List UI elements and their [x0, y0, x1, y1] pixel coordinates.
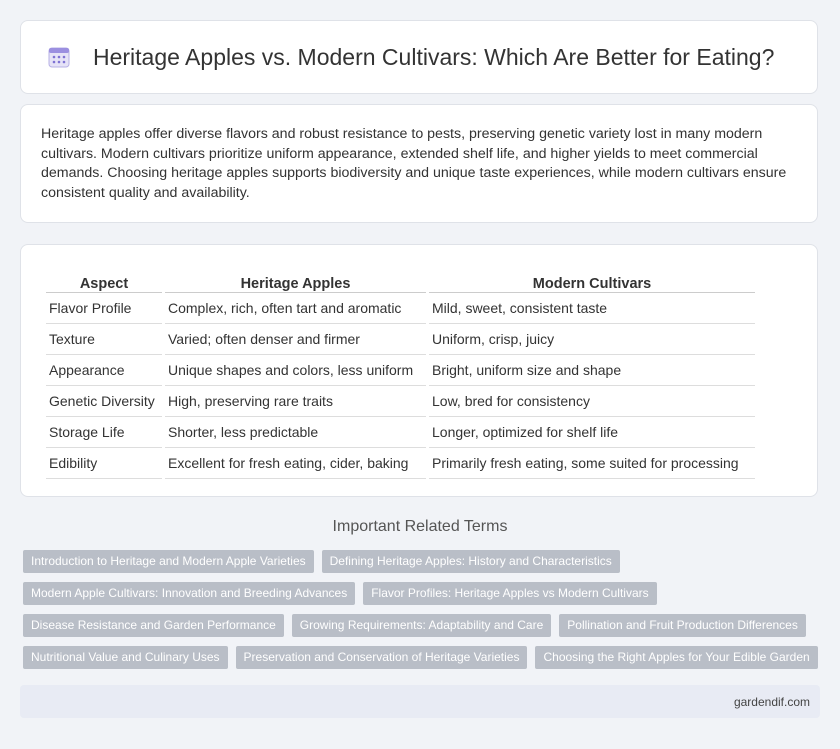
table-cell: Flavor Profile [46, 293, 162, 324]
related-term-tag[interactable]: Defining Heritage Apples: History and Ch… [321, 550, 620, 573]
table-row: Flavor Profile Complex, rich, often tart… [46, 293, 755, 324]
comparison-table: Aspect Heritage Apples Modern Cultivars … [43, 265, 758, 479]
related-term-tag[interactable]: Pollination and Fruit Production Differe… [559, 614, 806, 637]
related-term-tag[interactable]: Preservation and Conservation of Heritag… [235, 646, 528, 669]
table-cell: Mild, sweet, consistent taste [429, 293, 755, 324]
intro-card: Heritage apples offer diverse flavors an… [20, 104, 818, 223]
related-term-tag[interactable]: Introduction to Heritage and Modern Appl… [23, 550, 314, 573]
calendar-icon [48, 47, 70, 68]
tag-row: Introduction to Heritage and Modern Appl… [23, 550, 823, 573]
table-cell: Varied; often denser and firmer [165, 324, 426, 355]
header-aspect: Aspect [46, 265, 162, 293]
table-row: Genetic Diversity High, preserving rare … [46, 386, 755, 417]
related-terms-list: Introduction to Heritage and Modern Appl… [23, 550, 823, 678]
related-term-tag[interactable]: Modern Apple Cultivars: Innovation and B… [23, 582, 356, 605]
table-cell: Bright, uniform size and shape [429, 355, 755, 386]
table-cell: Uniform, crisp, juicy [429, 324, 755, 355]
header-modern: Modern Cultivars [429, 265, 755, 293]
table-cell: Low, bred for consistency [429, 386, 755, 417]
table-row: Texture Varied; often denser and firmer … [46, 324, 755, 355]
table-cell: Excellent for fresh eating, cider, bakin… [165, 448, 426, 479]
related-term-tag[interactable]: Flavor Profiles: Heritage Apples vs Mode… [363, 582, 657, 605]
table-header-row: Aspect Heritage Apples Modern Cultivars [46, 265, 755, 293]
table-row: Edibility Excellent for fresh eating, ci… [46, 448, 755, 479]
related-terms-heading: Important Related Terms [332, 518, 508, 535]
table-cell: Genetic Diversity [46, 386, 162, 417]
table-cell: High, preserving rare traits [165, 386, 426, 417]
footer: gardendif.com [20, 685, 820, 718]
tag-row: Nutritional Value and Culinary Uses Pres… [23, 646, 823, 669]
comparison-card: Aspect Heritage Apples Modern Cultivars … [20, 244, 818, 497]
intro-paragraph: Heritage apples offer diverse flavors an… [41, 126, 787, 201]
table-row: Storage Life Shorter, less predictable L… [46, 417, 755, 448]
tag-row: Disease Resistance and Garden Performanc… [23, 614, 823, 637]
table-cell: Edibility [46, 448, 162, 479]
related-term-tag[interactable]: Disease Resistance and Garden Performanc… [23, 614, 284, 637]
header-heritage: Heritage Apples [165, 265, 426, 293]
table-cell: Shorter, less predictable [165, 417, 426, 448]
related-term-tag[interactable]: Growing Requirements: Adaptability and C… [291, 614, 552, 637]
tag-row: Modern Apple Cultivars: Innovation and B… [23, 582, 823, 605]
page-title: Heritage Apples vs. Modern Cultivars: Wh… [93, 43, 775, 70]
table-cell: Storage Life [46, 417, 162, 448]
title-card: Heritage Apples vs. Modern Cultivars: Wh… [20, 20, 818, 94]
table-cell: Longer, optimized for shelf life [429, 417, 755, 448]
table-cell: Texture [46, 324, 162, 355]
table-cell: Unique shapes and colors, less uniform [165, 355, 426, 386]
table-row: Appearance Unique shapes and colors, les… [46, 355, 755, 386]
table-cell: Appearance [46, 355, 162, 386]
table-cell: Complex, rich, often tart and aromatic [165, 293, 426, 324]
footer-site-link[interactable]: gardendif.com [734, 695, 810, 709]
related-term-tag[interactable]: Nutritional Value and Culinary Uses [23, 646, 228, 669]
related-term-tag[interactable]: Choosing the Right Apples for Your Edibl… [535, 646, 818, 669]
table-cell: Primarily fresh eating, some suited for … [429, 448, 755, 479]
